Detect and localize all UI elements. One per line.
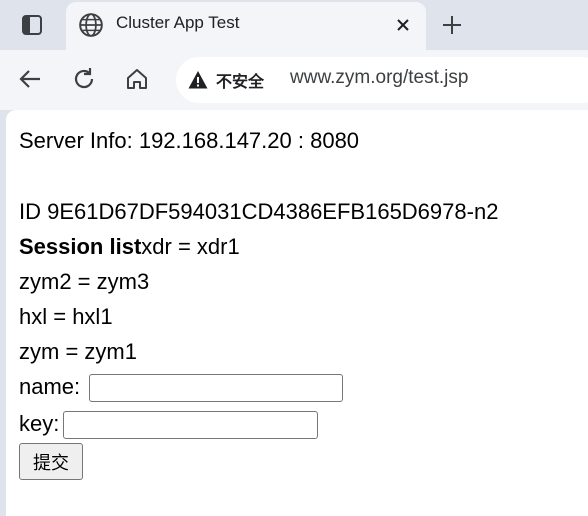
reload-icon (74, 68, 94, 89)
session-item: zym = zym1 (19, 339, 137, 364)
server-info: Server Info: 192.168.147.20 : 8080 (19, 128, 360, 153)
url-text[interactable]: www.zym.org/test.jsp (290, 67, 468, 89)
tab-actions-button[interactable] (12, 9, 52, 41)
home-icon (127, 69, 147, 89)
session-list-heading: Session list (19, 234, 142, 259)
page-viewport: Server Info: 192.168.147.20 : 8080 ID 9E… (6, 110, 588, 516)
back-button[interactable] (14, 63, 46, 95)
security-status-label[interactable]: 不安全 (216, 68, 264, 92)
tab-title: Cluster App Test (116, 13, 240, 32)
name-input[interactable] (89, 374, 343, 402)
plus-icon (443, 16, 461, 34)
active-tab[interactable]: Cluster App Test (66, 2, 426, 50)
home-button[interactable] (121, 63, 153, 95)
browser-toolbar: 不安全 www.zym.org/test.jsp (0, 50, 588, 110)
key-input[interactable] (63, 411, 318, 439)
submit-button[interactable]: 提交 (19, 443, 83, 480)
tab-strip: Cluster App Test (0, 0, 588, 50)
globe-icon (79, 13, 103, 37)
session-item: zym2 = zym3 (19, 269, 150, 294)
key-label: key: (19, 411, 60, 436)
session-id: ID 9E61D67DF594031CD4386EFB165D6978-n2 (19, 199, 499, 224)
session-item: xdr = xdr1 (141, 234, 240, 259)
name-label: name: (19, 374, 81, 399)
tab-close-button[interactable] (392, 14, 414, 36)
session-item: hxl = hxl1 (19, 304, 113, 329)
address-bar[interactable]: 不安全 www.zym.org/test.jsp (176, 57, 588, 103)
session-list-row: Session listxdr = xdr1 (19, 234, 240, 260)
close-icon (397, 19, 409, 31)
tab-actions-icon (22, 15, 42, 35)
reload-button[interactable] (68, 63, 100, 95)
arrow-left-icon (19, 70, 40, 88)
new-tab-button[interactable] (436, 10, 468, 40)
warning-icon (188, 71, 208, 89)
